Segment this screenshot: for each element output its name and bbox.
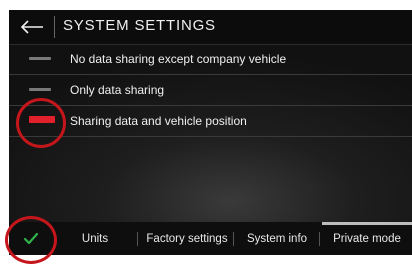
tab-divider: [137, 232, 138, 246]
header-divider: [54, 16, 55, 38]
option-indicator: [29, 57, 51, 60]
tab-units[interactable]: Units: [71, 222, 119, 255]
arrow-left-icon: [20, 20, 43, 34]
back-button[interactable]: [9, 10, 55, 44]
data-sharing-options: No data sharing except company vehicle O…: [9, 44, 412, 137]
option-only-data-sharing[interactable]: Only data sharing: [9, 75, 412, 106]
tab-label: Factory settings: [146, 232, 228, 245]
tab-label: Units: [81, 232, 109, 245]
option-label: No data sharing except company vehicle: [70, 52, 287, 66]
tab-divider: [233, 232, 234, 246]
tab-label: Private mode: [333, 232, 401, 245]
tab-system-info[interactable]: System info: [239, 222, 315, 255]
page-title: SYSTEM SETTINGS: [63, 17, 216, 34]
highlight-ring-confirm-button: [5, 216, 57, 264]
bottom-bar: Units Factory settings System info Priva…: [9, 222, 412, 255]
header-bar: SYSTEM SETTINGS: [9, 10, 412, 45]
tab-divider: [319, 232, 320, 246]
highlight-ring-selected-option: [16, 98, 66, 148]
settings-screen: SYSTEM SETTINGS No data sharing except c…: [9, 10, 412, 255]
option-no-data-sharing[interactable]: No data sharing except company vehicle: [9, 44, 412, 75]
option-label: Only data sharing: [70, 83, 165, 97]
tab-factory-settings[interactable]: Factory settings: [143, 222, 231, 255]
option-sharing-data-and-position[interactable]: Sharing data and vehicle position: [9, 106, 412, 137]
tab-label: System info: [246, 232, 308, 245]
option-label: Sharing data and vehicle position: [70, 114, 247, 128]
option-indicator: [29, 88, 51, 91]
tab-private-mode[interactable]: Private mode: [322, 222, 412, 255]
